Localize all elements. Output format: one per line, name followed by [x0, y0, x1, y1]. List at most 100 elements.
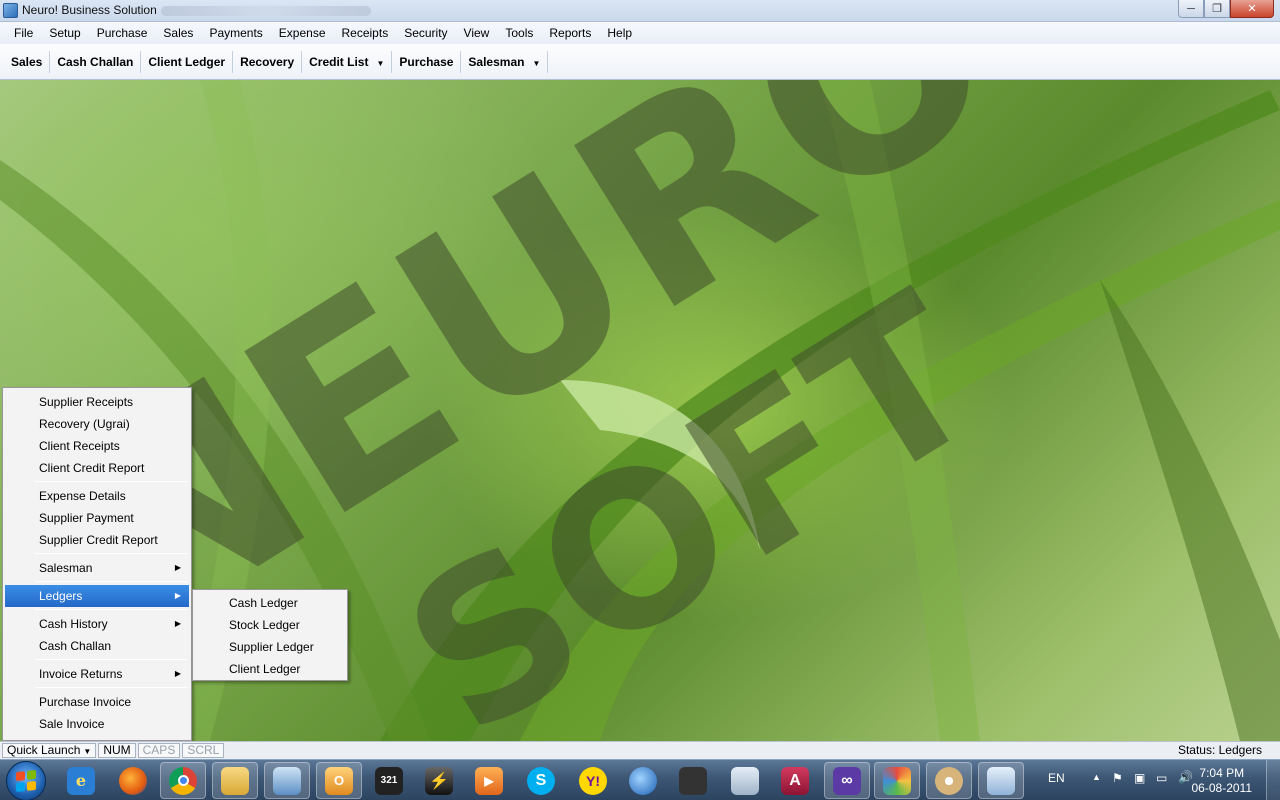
- menu-item-ledgers[interactable]: Ledgers ▶: [5, 585, 189, 607]
- menu-item-salesman[interactable]: Salesman ▶: [5, 557, 189, 579]
- clock[interactable]: 7:04 PM 06-08-2011: [1192, 766, 1253, 796]
- menu-security[interactable]: Security: [396, 22, 455, 44]
- menu-receipts[interactable]: Receipts: [334, 22, 397, 44]
- control-panel-icon[interactable]: [264, 762, 310, 799]
- submenu-item-client-ledger[interactable]: Client Ledger: [195, 658, 345, 680]
- menu-item-client-receipts[interactable]: Client Receipts: [5, 435, 189, 457]
- quick-launch-button[interactable]: Quick Launch ▼: [2, 743, 97, 758]
- salesman-button[interactable]: Salesman ▼: [461, 50, 549, 73]
- show-hidden-icons-icon[interactable]: ▲: [1092, 772, 1101, 782]
- menu-item-invoice-returns-label: Invoice Returns: [39, 667, 123, 681]
- recovery-button[interactable]: Recovery: [233, 50, 303, 73]
- salesman-label: Salesman: [468, 54, 525, 69]
- network-icon[interactable]: ▣: [1134, 771, 1145, 785]
- menu-tools[interactable]: Tools: [497, 22, 541, 44]
- start-button[interactable]: [6, 761, 46, 800]
- chevron-down-icon: ▼: [83, 747, 92, 756]
- language-indicator[interactable]: EN: [1048, 771, 1065, 785]
- access-icon[interactable]: A: [772, 762, 818, 799]
- submenu-item-supplier-ledger[interactable]: Supplier Ledger: [195, 636, 345, 658]
- menu-setup[interactable]: Setup: [41, 22, 88, 44]
- status-text: Status: Ledgers: [1177, 743, 1262, 757]
- menu-item-cash-history[interactable]: Cash History ▶: [5, 613, 189, 635]
- menu-item-sale-invoice[interactable]: Sale Invoice: [5, 713, 189, 735]
- purchase-button[interactable]: Purchase: [392, 50, 462, 73]
- paint-splash-icon[interactable]: [874, 762, 920, 799]
- chevron-down-icon[interactable]: ▼: [532, 59, 540, 68]
- menu-item-ledgers-label: Ledgers: [39, 589, 83, 603]
- show-desktop-button[interactable]: [1266, 760, 1280, 800]
- credit-list-button[interactable]: Credit List ▼: [302, 50, 393, 73]
- cash-challan-button[interactable]: Cash Challan: [50, 50, 142, 73]
- paint-icon[interactable]: [926, 762, 972, 799]
- menu-separator: [35, 609, 187, 610]
- chrome-icon[interactable]: [160, 762, 206, 799]
- windows-logo-icon: [16, 769, 36, 793]
- menu-item-supplier-receipts[interactable]: Supplier Receipts: [5, 391, 189, 413]
- submenu-arrow-icon: ▶: [174, 563, 181, 572]
- menu-item-cash-challan[interactable]: Cash Challan: [5, 635, 189, 657]
- submenu-item-stock-ledger[interactable]: Stock Ledger: [195, 614, 345, 636]
- menu-item-supplier-credit-report[interactable]: Supplier Credit Report: [5, 529, 189, 551]
- winamp-icon[interactable]: ⚡: [416, 762, 462, 799]
- submenu-item-cash-ledger[interactable]: Cash Ledger: [195, 592, 345, 614]
- taskbar: e O 321 ⚡ ▶ S Y! A ∞ EN ▲ ⚑ ▣ ▭ 🔊 7:04 P…: [0, 759, 1280, 800]
- menu-help[interactable]: Help: [599, 22, 640, 44]
- keyboard-icon[interactable]: [722, 762, 768, 799]
- submenu-arrow-icon: ▶: [174, 669, 181, 678]
- caps-lock-indicator: CAPS: [137, 743, 181, 758]
- window-controls: ─ ❐ ✕: [1178, 0, 1274, 18]
- media-player-icon[interactable]: ▶: [466, 762, 512, 799]
- action-center-flag-icon[interactable]: ⚑: [1112, 771, 1123, 785]
- num-lock-indicator: NUM: [98, 743, 136, 758]
- menu-payments[interactable]: Payments: [201, 22, 270, 44]
- menu-item-purchase-invoice[interactable]: Purchase Invoice: [5, 691, 189, 713]
- chevron-down-icon[interactable]: ▼: [376, 59, 384, 68]
- clock-time: 7:04 PM: [1199, 766, 1245, 780]
- video-camera-icon[interactable]: [670, 762, 716, 799]
- menu-file[interactable]: File: [6, 22, 41, 44]
- app-icon[interactable]: [3, 3, 18, 18]
- system-tray: EN ▲ ⚑ ▣ ▭ 🔊 7:04 PM 06-08-2011: [1030, 760, 1280, 800]
- minimize-button[interactable]: ─: [1178, 0, 1204, 18]
- menu-bar: File Setup Purchase Sales Payments Expen…: [0, 22, 1280, 44]
- close-button[interactable]: ✕: [1230, 0, 1274, 18]
- app-icon[interactable]: [978, 762, 1024, 799]
- media-player-classic-icon[interactable]: 321: [366, 762, 412, 799]
- window-title-text: Neuro! Business Solution: [22, 3, 157, 17]
- menu-item-supplier-payment[interactable]: Supplier Payment: [5, 507, 189, 529]
- menu-purchase[interactable]: Purchase: [89, 22, 156, 44]
- menu-reports[interactable]: Reports: [541, 22, 599, 44]
- ledgers-submenu: Cash Ledger Stock Ledger Supplier Ledger…: [192, 589, 348, 681]
- credit-list-label: Credit List: [309, 54, 369, 69]
- firefox-icon[interactable]: [110, 762, 156, 799]
- visual-studio-icon[interactable]: ∞: [824, 762, 870, 799]
- ie-icon[interactable]: e: [58, 762, 104, 799]
- skype-icon[interactable]: S: [518, 762, 564, 799]
- menu-item-recovery-ugrai[interactable]: Recovery (Ugrai): [5, 413, 189, 435]
- client-ledger-button[interactable]: Client Ledger: [141, 50, 234, 73]
- menu-item-client-credit-report[interactable]: Client Credit Report: [5, 457, 189, 479]
- menu-item-expense-details[interactable]: Expense Details: [5, 485, 189, 507]
- sales-button[interactable]: Sales: [4, 50, 51, 73]
- menu-separator: [35, 581, 187, 582]
- clock-date: 06-08-2011: [1191, 781, 1253, 795]
- menu-item-invoice-returns[interactable]: Invoice Returns ▶: [5, 663, 189, 685]
- menu-sales[interactable]: Sales: [155, 22, 201, 44]
- menu-separator: [35, 659, 187, 660]
- toolbar: Sales Cash Challan Client Ledger Recover…: [0, 44, 1280, 80]
- google-earth-icon[interactable]: [620, 762, 666, 799]
- yahoo-messenger-icon[interactable]: Y!: [570, 762, 616, 799]
- window-title: Neuro! Business Solution: [22, 3, 371, 17]
- menu-view[interactable]: View: [456, 22, 498, 44]
- menu-separator: [35, 687, 187, 688]
- menu-expense[interactable]: Expense: [271, 22, 334, 44]
- explorer-icon[interactable]: [212, 762, 258, 799]
- display-icon[interactable]: ▭: [1156, 771, 1167, 785]
- status-bar: Quick Launch ▼ NUM CAPS SCRL Status: Ledg…: [0, 741, 1280, 759]
- scroll-lock-indicator: SCRL: [182, 743, 225, 758]
- outlook-icon[interactable]: O: [316, 762, 362, 799]
- maximize-button[interactable]: ❐: [1204, 0, 1230, 18]
- title-bar: Neuro! Business Solution ─ ❐ ✕: [0, 0, 1280, 22]
- quick-launch-menu: Supplier Receipts Recovery (Ugrai) Clien…: [2, 387, 192, 741]
